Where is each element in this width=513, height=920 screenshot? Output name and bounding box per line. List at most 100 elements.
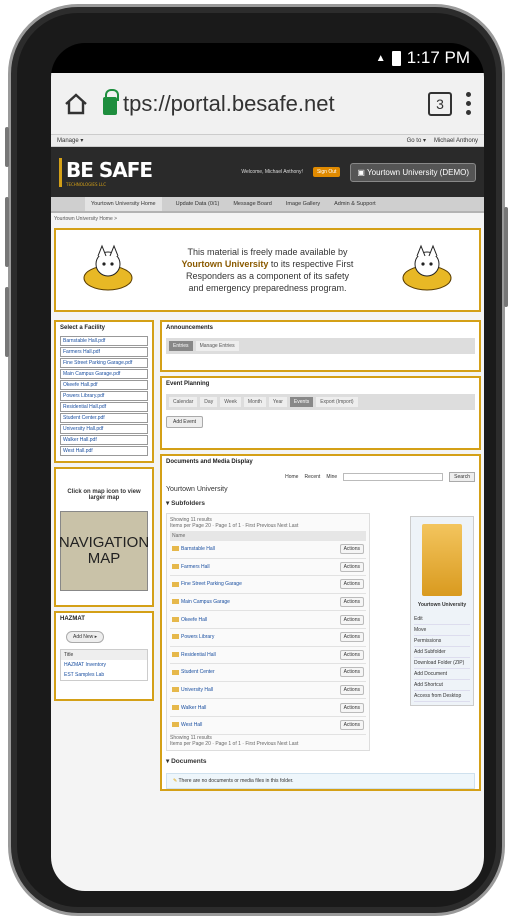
breadcrumb[interactable]: Yourtown University Home > [51, 213, 484, 225]
tab-year[interactable]: Year [268, 397, 287, 407]
volume-down-button[interactable] [5, 287, 9, 357]
actions-button[interactable]: Actions [339, 544, 364, 555]
side-action-move[interactable]: Move [414, 625, 470, 636]
actions-button[interactable]: Actions [339, 702, 364, 713]
tab-entries[interactable]: Entries [169, 341, 193, 351]
facility-item[interactable]: Residential Hall.pdf [60, 402, 148, 412]
facility-item[interactable]: Student Center.pdf [60, 413, 148, 423]
folder-row[interactable]: Main Campus Garage Actions [170, 594, 366, 612]
goto-menu[interactable]: Go to ▾ [407, 137, 426, 144]
facility-item[interactable]: University Hall.pdf [60, 424, 148, 434]
docs-search-button[interactable]: Search [449, 472, 475, 482]
docs-mine-link[interactable]: Mine [326, 474, 337, 480]
volume-up-button[interactable] [5, 197, 9, 267]
tab-week[interactable]: Week [220, 397, 241, 407]
nav-image-gallery[interactable]: Image Gallery [286, 201, 320, 207]
facility-item[interactable]: Farmers Hall.pdf [60, 347, 148, 357]
mute-switch [5, 127, 9, 167]
docs-search-input[interactable] [343, 473, 444, 481]
side-action-add-document[interactable]: Add Document [414, 669, 470, 680]
hazmat-box: HAZMAT Add New ▸ Title HAZMAT Inventory … [54, 611, 154, 701]
url-field[interactable]: tps://portal.besafe.net [103, 88, 414, 117]
hazmat-add-button[interactable]: Add New ▸ [66, 631, 105, 643]
documents-title: Documents and Media Display [166, 459, 253, 465]
docs-recent-link[interactable]: Recent [304, 474, 320, 480]
navigation-map-image[interactable]: NAVIGATION MAP [59, 511, 149, 591]
folder-row[interactable]: Student Center Actions [170, 664, 366, 682]
tab-calendar[interactable]: Calendar [169, 397, 198, 407]
event-planning-box: Event Planning Calendar Day Week Month Y… [160, 376, 481, 450]
actions-button[interactable]: Actions [339, 632, 364, 643]
mascot-logo-right [402, 244, 452, 291]
actions-button[interactable]: Actions [339, 579, 364, 590]
user-menu[interactable]: Michael Anthony [434, 138, 478, 144]
signal-icon: ▲ [375, 52, 386, 64]
folder-row[interactable]: Okeefe Hall Actions [170, 611, 366, 629]
university-button[interactable]: ▣ Yourtown University (DEMO) [350, 162, 476, 182]
nav-message-board[interactable]: Message Board [233, 201, 272, 207]
side-action-add-shortcut[interactable]: Add Shortcut [414, 680, 470, 691]
facility-item[interactable]: Barnstable Hall.pdf [60, 336, 148, 346]
announcements-box: Announcements Entries Manage Entries [160, 320, 481, 372]
side-action-permissions[interactable]: Permissions [414, 636, 470, 647]
manage-menu[interactable]: Manage ▾ [57, 137, 83, 144]
actions-button[interactable]: Actions [339, 614, 364, 625]
subfolders-heading[interactable]: ▾ Subfolders [166, 499, 475, 507]
overflow-menu-icon[interactable] [466, 92, 472, 115]
folder-row[interactable]: Residential Hall Actions [170, 647, 366, 665]
folder-row[interactable]: University Hall Actions [170, 682, 366, 700]
folder-row[interactable]: Powers Library Actions [170, 629, 366, 647]
tab-switcher-button[interactable]: 3 [428, 91, 452, 116]
power-button[interactable] [504, 207, 508, 307]
besafe-logo[interactable]: BE SAFE TECHNOLOGIES LLC [59, 157, 153, 187]
nav-update-data[interactable]: Update Data (0/1) [176, 201, 220, 207]
facility-item[interactable]: Okeefe Hall.pdf [60, 380, 148, 390]
signout-button[interactable]: Sign Out [312, 167, 341, 177]
nav-home[interactable]: Yourtown University Home [85, 197, 162, 211]
tab-manage-entries[interactable]: Manage Entries [195, 341, 239, 351]
actions-button[interactable]: Actions [339, 720, 364, 731]
portal-topstrip: Manage ▾ Go to ▾ Michael Anthony [51, 135, 484, 147]
map-caption: Click on map icon to view larger map [67, 489, 141, 501]
facility-item[interactable]: Walker Hall.pdf [60, 435, 148, 445]
pagination-bottom: Items per Page 20 · Page 1 of 1 · First … [170, 740, 299, 747]
side-action-download-zip[interactable]: Download Folder (ZIP) [414, 658, 470, 669]
docs-home-link[interactable]: Home [285, 474, 298, 480]
left-column: Select a Facility Barnstable Hall.pdf Fa… [54, 320, 154, 791]
folder-row[interactable]: Fine Street Parking Garage Actions [170, 576, 366, 594]
browser-toolbar: tps://portal.besafe.net 3 [51, 73, 484, 135]
actions-button[interactable]: Actions [339, 597, 364, 608]
side-panel-title: Yourtown University [417, 602, 467, 608]
actions-button[interactable]: Actions [339, 685, 364, 696]
folder-row[interactable]: West Hall Actions [170, 717, 366, 735]
actions-button[interactable]: Actions [339, 649, 364, 660]
actions-button[interactable]: Actions [339, 667, 364, 678]
folder-row[interactable]: Farmers Hall Actions [170, 559, 366, 577]
documents-heading[interactable]: ▾ Documents [166, 757, 475, 765]
tab-month[interactable]: Month [243, 397, 266, 407]
add-event-button[interactable]: Add Event [166, 416, 204, 428]
tab-events[interactable]: Events [289, 397, 314, 407]
home-icon[interactable] [63, 91, 89, 117]
facility-item[interactable]: Main Campus Garage.pdf [60, 369, 148, 379]
side-action-add-subfolder[interactable]: Add Subfolder [414, 647, 470, 658]
facility-item[interactable]: Powers Library.pdf [60, 391, 148, 401]
pagination-top: Items per Page 20 · Page 1 of 1 · First … [170, 523, 299, 529]
side-action-access-desktop[interactable]: Access from Desktop [414, 691, 470, 702]
facility-title: Select a Facility [60, 325, 106, 331]
side-action-edit[interactable]: Edit [414, 614, 470, 625]
right-column: Announcements Entries Manage Entries Eve… [160, 320, 481, 791]
tab-export-import[interactable]: Export (Import) [316, 397, 358, 407]
documents-toolbar: Home Recent Mine Search [166, 472, 475, 482]
url-text: tps://portal.besafe.net [123, 90, 335, 116]
tab-day[interactable]: Day [200, 397, 218, 407]
hero-text: This material is freely made available b… [181, 247, 354, 293]
facility-item[interactable]: Fine Street Parking Garage.pdf [60, 358, 148, 368]
nav-admin-support[interactable]: Admin & Support [334, 201, 376, 207]
folder-row[interactable]: Walker Hall Actions [170, 699, 366, 717]
actions-button[interactable]: Actions [339, 561, 364, 572]
folder-row[interactable]: Barnstable Hall Actions [170, 541, 366, 559]
hazmat-row[interactable]: EST Samples Lab [61, 670, 147, 680]
hazmat-row[interactable]: HAZMAT Inventory [61, 660, 147, 670]
facility-item[interactable]: West Hall.pdf [60, 446, 148, 456]
